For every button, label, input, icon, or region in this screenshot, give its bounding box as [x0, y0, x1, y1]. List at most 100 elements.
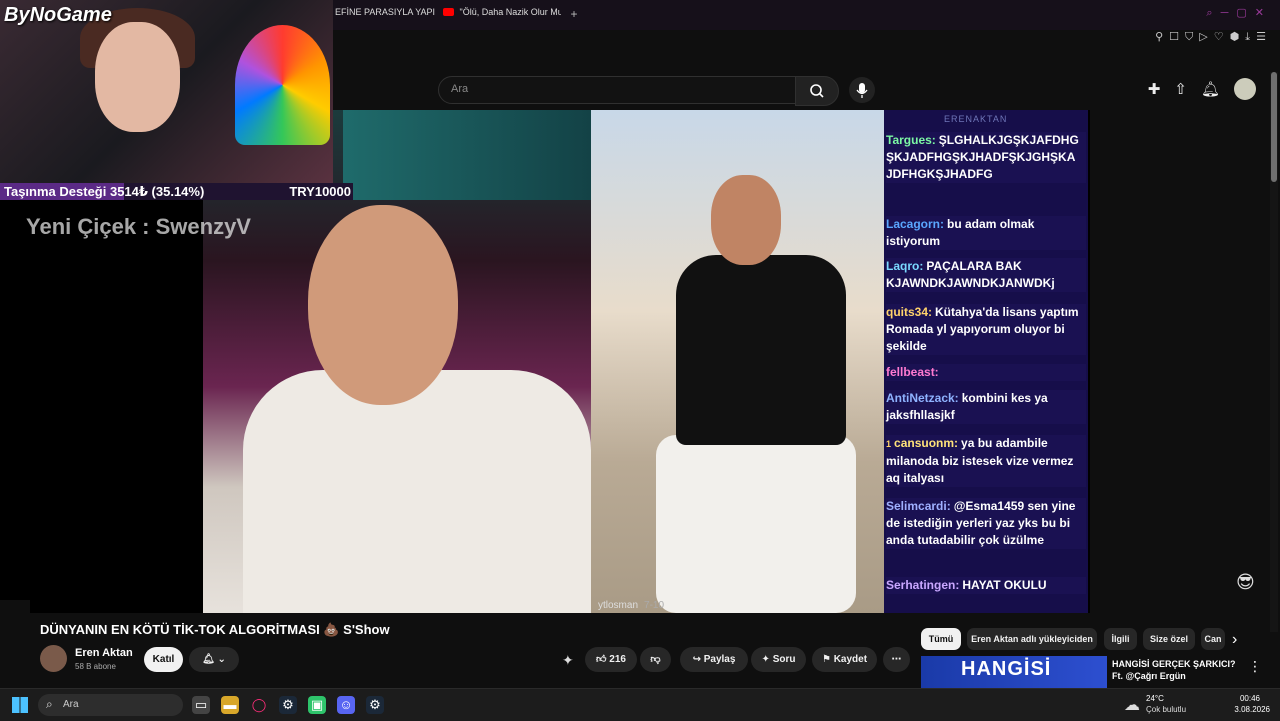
minimize-icon[interactable]: ─	[1221, 7, 1237, 19]
browser-tab[interactable]: EFİNE PARASIYLA YAPIL	[335, 7, 435, 23]
thumbnail-text: HANGİSİ	[961, 658, 1052, 680]
discord-icon[interactable]: ☺	[337, 696, 355, 714]
video-title: DÜNYANIN EN KÖTÜ TİK-TOK ALGORİTMASI 💩 S…	[40, 622, 390, 637]
mic-button[interactable]	[849, 77, 875, 103]
credit-handle: ytlosman	[598, 600, 639, 611]
upload-icon[interactable]: ⇧	[1174, 81, 1201, 98]
account-avatar[interactable]	[1234, 78, 1256, 100]
weather-cloud-icon: ☁	[1124, 697, 1140, 714]
window-controls[interactable]: ⌕─▢✕	[1206, 6, 1272, 20]
recommended-title[interactable]: HANGİSİ GERÇEK ŞARKICI? Ft. @Çağrı Ergün	[1112, 658, 1242, 682]
more-vert-icon[interactable]: ⋮	[1248, 658, 1262, 675]
youtube-header: Ara ✚⇧🔔︎	[333, 68, 1280, 110]
browser-tab-active[interactable]: "Ölü, Daha Nazik Olur Musu	[443, 7, 561, 23]
chip-for-you[interactable]: Size özel	[1143, 628, 1195, 650]
chat-username: Lacagorn:	[886, 217, 945, 231]
new-tab-button[interactable]: +	[568, 8, 580, 20]
bell-icon[interactable]: 🔔︎	[1201, 81, 1234, 98]
brand-logo: ByNoGame	[4, 4, 112, 26]
chip-all[interactable]: Tümü	[921, 628, 961, 650]
channel-avatar[interactable]	[40, 645, 67, 672]
black-tshirt	[676, 255, 846, 445]
share-label: Paylaş	[703, 654, 736, 665]
video-scene-street	[591, 110, 884, 613]
bookmark-icon[interactable]: ☐	[1169, 31, 1185, 43]
play-icon[interactable]: ▷	[1199, 31, 1213, 43]
like-button[interactable]: 👍︎ 216	[585, 647, 637, 672]
chat-logo: ERENAKTAN	[944, 114, 1008, 124]
search-icon[interactable]: ⌕	[1206, 7, 1220, 19]
save-label: Kaydet	[833, 654, 868, 665]
mic-icon	[856, 83, 868, 98]
left-strip	[0, 600, 30, 688]
chat-badge: 1	[886, 439, 892, 449]
more-actions-button[interactable]: ⋯	[883, 647, 910, 672]
recommended-thumbnail[interactable]: HANGİSİ	[921, 656, 1107, 688]
game-app-icon[interactable]: ▣	[308, 696, 326, 714]
dislike-button[interactable]: 👎︎	[640, 647, 671, 672]
chat-message: Serhatingen: HAYAT OKULU	[886, 577, 1086, 594]
webcam-overlay	[0, 0, 333, 185]
search-input[interactable]: Ara	[451, 83, 468, 95]
search-button[interactable]	[795, 76, 839, 106]
scrollbar-thumb[interactable]	[1271, 72, 1277, 182]
extension-icon[interactable]: ⬢	[1230, 31, 1246, 43]
subscriber-count: 58 B abone	[75, 662, 116, 671]
opera-gx-icon[interactable]: ◯	[250, 696, 268, 714]
donation-progress-bar: Taşınma Desteği 3514₺ (35.14%) TRY10000	[0, 183, 353, 200]
download-icon[interactable]: ⤓	[1245, 31, 1256, 43]
shield-icon[interactable]: ⛉	[1185, 31, 1199, 43]
chat-message: Targues: ŞLGHALKJGŞKJAFDHG ŞKJADFHGŞKJHAD…	[886, 132, 1086, 183]
chevron-right-icon[interactable]: ›	[1232, 631, 1237, 649]
task-view-icon[interactable]: ▭	[192, 696, 210, 714]
bell-icon: 🔔︎	[202, 654, 215, 665]
file-explorer-icon[interactable]: ▬	[221, 696, 239, 714]
taskbar-search-input[interactable]: Ara	[63, 699, 79, 710]
menu-icon[interactable]: ☰	[1256, 31, 1272, 43]
subscribe-bell-button[interactable]: 🔔︎ ⌄	[189, 647, 239, 672]
sparkle-icon[interactable]: ✦	[562, 652, 574, 669]
donation-text: Taşınma Desteği 3514₺ (35.14%)	[4, 184, 205, 199]
chat-username: AntiNetzack:	[886, 391, 959, 405]
heart-icon[interactable]: ♡	[1214, 31, 1230, 43]
sunglasses-sticker-icon: 😎︎	[1236, 572, 1255, 592]
stream-chat-overlay: ERENAKTAN Targues: ŞLGHALKJGŞKJAFDHG ŞKJA…	[884, 110, 1088, 613]
streamer-face	[95, 22, 180, 132]
browser-toolbar: ⚲☐⛉▷♡⬢⤓☰	[332, 30, 1280, 46]
chat-message: quits34: Kütahya'da lisans yaptım Romada …	[886, 304, 1086, 355]
white-pants	[656, 435, 856, 613]
pin-icon[interactable]: ⚲	[1155, 31, 1169, 43]
steam-icon[interactable]: ⚙	[279, 696, 297, 714]
maximize-icon[interactable]: ▢	[1236, 7, 1254, 19]
chip-more[interactable]: Can	[1201, 628, 1225, 650]
video-credit: ytlosman 7-10	[598, 600, 664, 611]
more-icon: ⋯	[891, 654, 902, 665]
clock-date[interactable]: 3.08.2026	[1234, 705, 1270, 714]
chat-username: Laqro:	[886, 259, 924, 273]
credit-date: 7-10	[644, 600, 665, 611]
steam-client-icon[interactable]: ⚙	[366, 696, 384, 714]
page-scrollbar[interactable]	[1270, 72, 1278, 632]
man-head	[711, 175, 781, 265]
new-follower-alert: Yeni Çiçek : SwenzyV	[26, 214, 251, 239]
taskbar-search[interactable]: ⌕ Ara	[38, 694, 183, 716]
windows-start-icon[interactable]	[12, 697, 28, 713]
join-button[interactable]: Katıl	[144, 647, 183, 672]
clock-time[interactable]: 00:46	[1240, 694, 1260, 703]
chip-uploader[interactable]: Eren Aktan adlı yükleyiciden	[967, 628, 1097, 650]
chat-message: AntiNetzack: kombini kes ya jaksfhllasjkf	[886, 390, 1086, 424]
rainbow-fan	[235, 25, 330, 145]
man-figure	[656, 175, 856, 613]
ask-button[interactable]: ✦ Soru	[751, 647, 806, 672]
chat-text: HAYAT OKULU	[962, 578, 1047, 592]
share-button[interactable]: ↪ Paylaş	[680, 647, 748, 672]
youtube-icon	[443, 8, 454, 16]
chat-username: quits34:	[886, 305, 933, 319]
save-button[interactable]: ⚑ Kaydet	[812, 647, 877, 672]
chip-related[interactable]: İlgili	[1104, 628, 1137, 650]
create-icon[interactable]: ✚	[1148, 81, 1175, 98]
donation-goal: TRY10000	[289, 184, 351, 199]
close-icon[interactable]: ✕	[1255, 7, 1272, 19]
channel-name[interactable]: Eren Aktan	[75, 647, 133, 659]
search-box[interactable]: Ara	[438, 76, 797, 104]
